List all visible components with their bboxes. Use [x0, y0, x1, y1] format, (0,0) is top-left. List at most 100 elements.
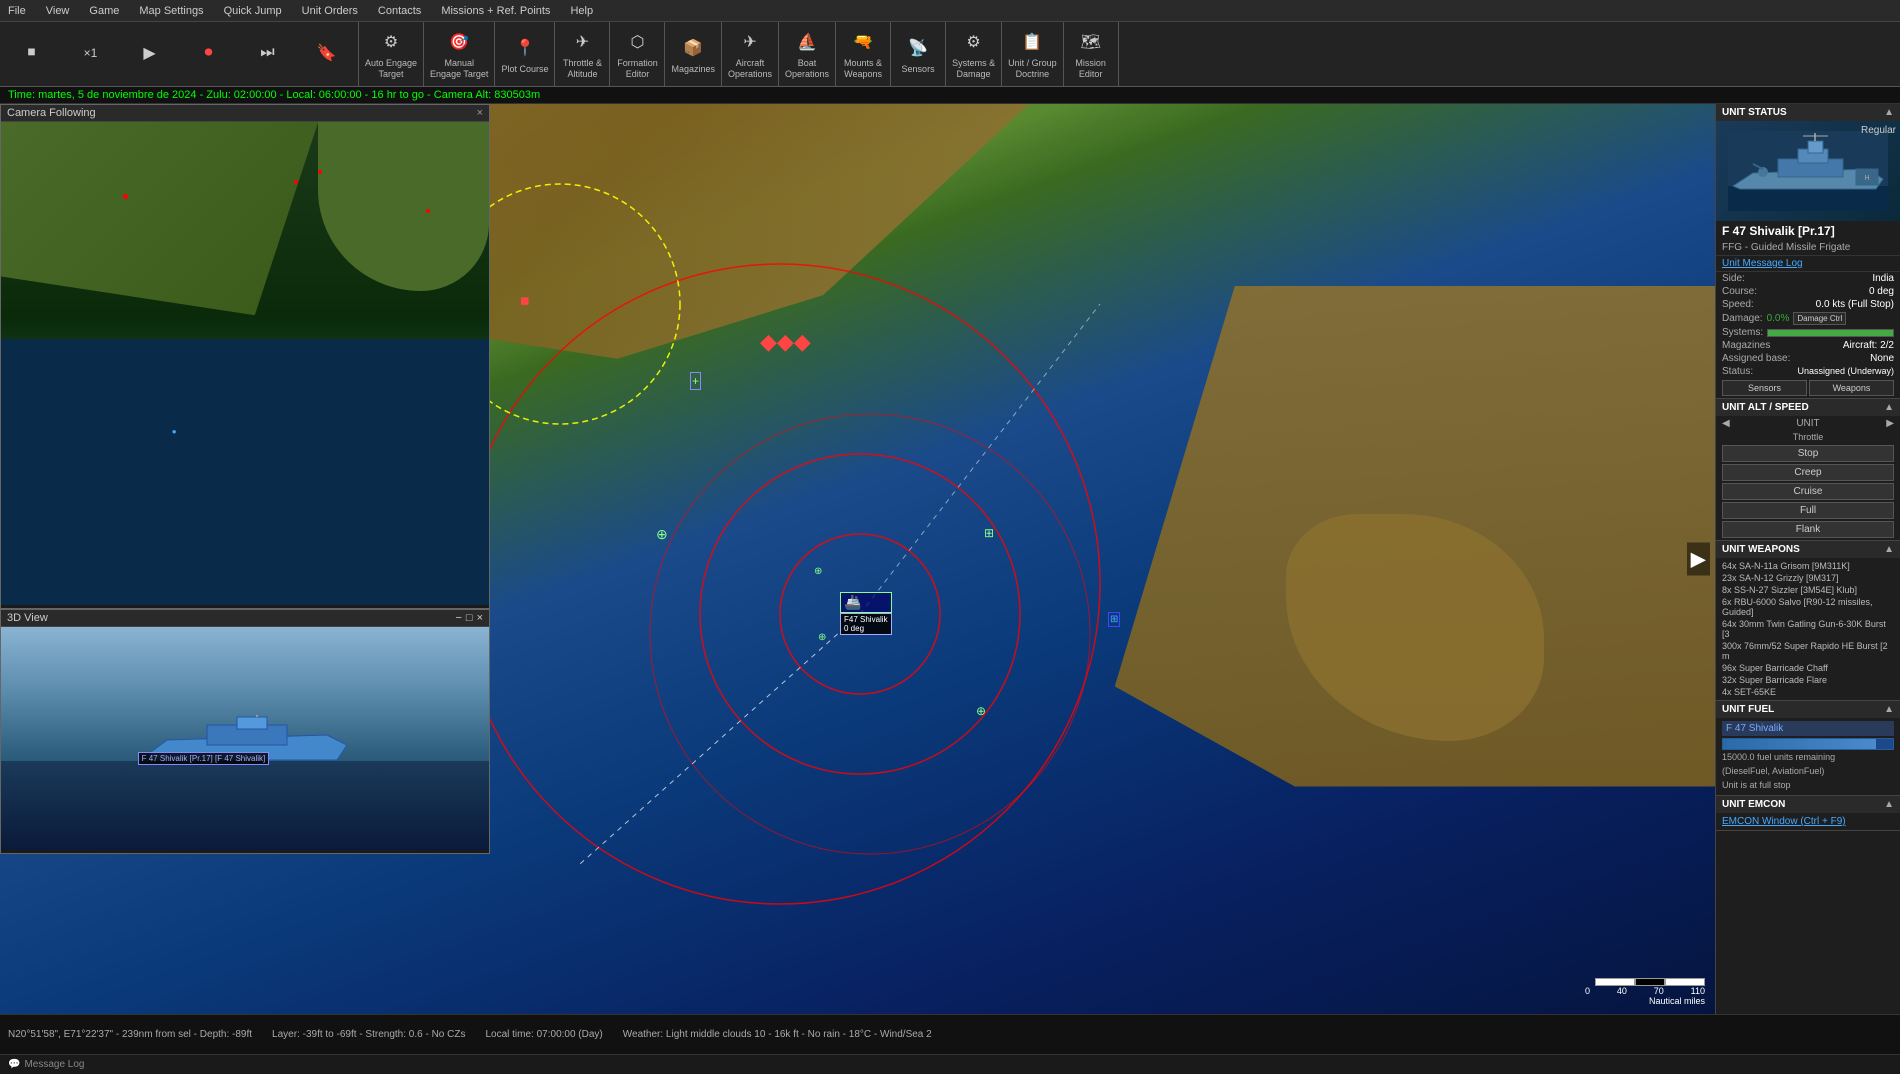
weapon-item-6[interactable]: 300x 76mm/52 Super Rapido HE Burst [2 m	[1722, 640, 1894, 662]
unit-side-row: Side: India	[1716, 272, 1900, 285]
stop-playback-button[interactable]: ⏹	[4, 37, 59, 71]
camera-title-bar[interactable]: Camera Following ×	[1, 105, 489, 122]
weapon-item-7[interactable]: 96x Super Barricade Chaff	[1722, 662, 1894, 674]
weapons-collapse[interactable]: ▲	[1884, 544, 1894, 555]
fuel-fill	[1723, 739, 1876, 749]
unit-alt-speed-section: UNIT ALT / SPEED ▲ ◀ UNIT ▶ Throttle Sto…	[1716, 399, 1900, 541]
mounts-icon: 🔫	[849, 28, 877, 56]
menu-view[interactable]: View	[42, 5, 74, 17]
formation-editor-button[interactable]: ⬡ FormationEditor	[610, 22, 665, 86]
weapons-tab-button[interactable]: Weapons	[1809, 380, 1894, 396]
aircraft-ops-icon: ✈	[736, 28, 764, 56]
unit-marker-6[interactable]: ⊕	[976, 704, 986, 718]
unit-marker-5[interactable]: ⊕	[818, 632, 826, 643]
emcon-window-label[interactable]: EMCON Window (Ctrl + F9)	[1722, 816, 1894, 827]
menu-missions[interactable]: Missions + Ref. Points	[437, 5, 554, 17]
full-throttle-button[interactable]: Full	[1722, 502, 1894, 519]
menu-file[interactable]: File	[4, 5, 30, 17]
view3d-window: 3D View − □ ×	[0, 609, 490, 854]
alt-speed-header: UNIT ALT / SPEED ▲	[1716, 399, 1900, 416]
menu-unit-orders[interactable]: Unit Orders	[298, 5, 362, 17]
record-button[interactable]: ⏺	[181, 37, 236, 71]
stop-throttle-button[interactable]: Stop	[1722, 445, 1894, 462]
unit-marker-4[interactable]: ⊕	[814, 566, 822, 577]
view3d-title-text: 3D View	[7, 612, 48, 624]
mounts-label: Mounts &Weapons	[844, 58, 882, 80]
view3d-content: F 47 Shivalik [Pr.17] [F 47 Shivalik]	[1, 627, 489, 850]
cruise-throttle-button[interactable]: Cruise	[1722, 483, 1894, 500]
left-arrow-speed[interactable]: ◀	[1722, 418, 1730, 429]
weather-display: Weather: Light middle clouds 10 - 16k ft…	[623, 1029, 932, 1040]
right-arrow-speed[interactable]: ▶	[1886, 418, 1894, 429]
menu-bar: File View Game Map Settings Quick Jump U…	[0, 0, 1900, 22]
damage-label: Damage:	[1722, 313, 1763, 324]
bookmark-button[interactable]: 🔖	[299, 37, 354, 71]
boat-ops-button[interactable]: ⛵ BoatOperations	[779, 22, 836, 86]
mounts-weapons-button[interactable]: 🔫 Mounts &Weapons	[836, 22, 891, 86]
sensors-tab-button[interactable]: Sensors	[1722, 380, 1807, 396]
damage-value: 0.0%	[1767, 313, 1790, 324]
message-log-label[interactable]: Message Log	[24, 1059, 84, 1070]
systems-damage-button[interactable]: ⚙ Systems &Damage	[946, 22, 1002, 86]
hostile-marker-3[interactable]: ◆◆◆	[760, 329, 811, 355]
map-area[interactable]: Seleced: 1x F 47 Shivalik [Pl.17] ◆ ◆ ◆◆…	[0, 104, 1715, 1014]
flank-throttle-button[interactable]: Flank	[1722, 521, 1894, 538]
menu-help[interactable]: Help	[566, 5, 597, 17]
unit-shivalik[interactable]: 🚢 F47 Shivalik0 deg	[840, 592, 892, 635]
play-button[interactable]: ▶	[122, 37, 177, 71]
mission-label: MissionEditor	[1075, 58, 1106, 80]
camera-close-button[interactable]: ×	[477, 107, 483, 119]
plot-course-icon: 📍	[511, 34, 539, 62]
unit-group-doctrine-button[interactable]: 📋 Unit / GroupDoctrine	[1002, 22, 1064, 86]
view3d-close-button[interactable]: ×	[477, 612, 483, 624]
throttle-altitude-button[interactable]: ✈ Throttle &Altitude	[555, 22, 610, 86]
view3d-title-bar[interactable]: 3D View − □ ×	[1, 610, 489, 627]
menu-contacts[interactable]: Contacts	[374, 5, 425, 17]
ruler-labels: 0 40 70 110	[1585, 986, 1705, 996]
creep-throttle-button[interactable]: Creep	[1722, 464, 1894, 481]
time-display: Time: martes, 5 de noviembre de 2024 - Z…	[8, 89, 540, 101]
fast-forward-button[interactable]: ⏭	[240, 37, 295, 71]
menu-quick-jump[interactable]: Quick Jump	[220, 5, 286, 17]
camera-title-text: Camera Following	[7, 107, 96, 119]
weapon-item-4[interactable]: 6x RBU-6000 Salvo [R90-12 missiles, Guid…	[1722, 596, 1894, 618]
weapon-item-1[interactable]: 64x SA-N-11a Grisom [9M311K]	[1722, 560, 1894, 572]
weapon-item-9[interactable]: 4x SET-65KE	[1722, 686, 1894, 698]
weapon-item-5[interactable]: 64x 30mm Twin Gatling Gun-6-30K Burst [3	[1722, 618, 1894, 640]
damage-ctrl-button[interactable]: Damage Ctrl	[1793, 312, 1846, 325]
record-icon: ⏺	[195, 39, 223, 67]
nav-arrow-right[interactable]: ▶	[1687, 543, 1710, 576]
unit-marker-3[interactable]: ⊞	[984, 526, 994, 540]
weapon-item-2[interactable]: 23x SA-N-12 Grizzly [9M317]	[1722, 572, 1894, 584]
manual-engage-button[interactable]: 🎯 ManualEngage Target	[424, 22, 495, 86]
ruler-title: Nautical miles	[1649, 996, 1705, 1006]
weapon-item-3[interactable]: 8x SS-N-27 Sizzler [3M54E] Klub]	[1722, 584, 1894, 596]
menu-game[interactable]: Game	[85, 5, 123, 17]
view3d-maximize-button[interactable]: □	[466, 612, 473, 624]
assigned-base-value: None	[1870, 353, 1894, 364]
weapon-item-8[interactable]: 32x Super Barricade Flare	[1722, 674, 1894, 686]
emcon-title: UNIT EMCON	[1722, 799, 1785, 810]
sensors-button[interactable]: 📡 Sensors	[891, 22, 946, 86]
unit-status-collapse[interactable]: ▲	[1884, 107, 1894, 118]
unit-marker-2[interactable]: ⊕	[656, 526, 668, 543]
aircraft-ops-button[interactable]: ✈ AircraftOperations	[722, 22, 779, 86]
emcon-collapse[interactable]: ▲	[1884, 799, 1894, 810]
unit-marker-1[interactable]: +	[690, 372, 701, 390]
status-value: Unassigned (Underway)	[1797, 366, 1894, 377]
alt-speed-collapse[interactable]: ▲	[1884, 402, 1894, 413]
fuel-header: UNIT FUEL ▲	[1716, 701, 1900, 718]
throttle-buttons: Stop Creep Cruise Full Flank	[1716, 443, 1900, 540]
plot-course-button[interactable]: 📍 Plot Course	[495, 22, 555, 86]
auto-engage-button[interactable]: ⚙ Auto EngageTarget	[359, 22, 424, 86]
message-log-bar[interactable]: 💬 Message Log	[0, 1054, 1900, 1074]
magazines-button[interactable]: 📦 Magazines	[665, 22, 722, 86]
fuel-collapse[interactable]: ▲	[1884, 704, 1894, 715]
unit-marker-7[interactable]: ⊞	[1108, 612, 1120, 627]
boat-ops-icon: ⛵	[793, 28, 821, 56]
unit-message-log-link[interactable]: Unit Message Log	[1716, 256, 1900, 272]
speed-indicator: ×1	[77, 39, 105, 67]
view3d-minimize-button[interactable]: −	[455, 612, 461, 624]
mission-editor-button[interactable]: 🗺 MissionEditor	[1064, 22, 1119, 86]
menu-map-settings[interactable]: Map Settings	[135, 5, 207, 17]
